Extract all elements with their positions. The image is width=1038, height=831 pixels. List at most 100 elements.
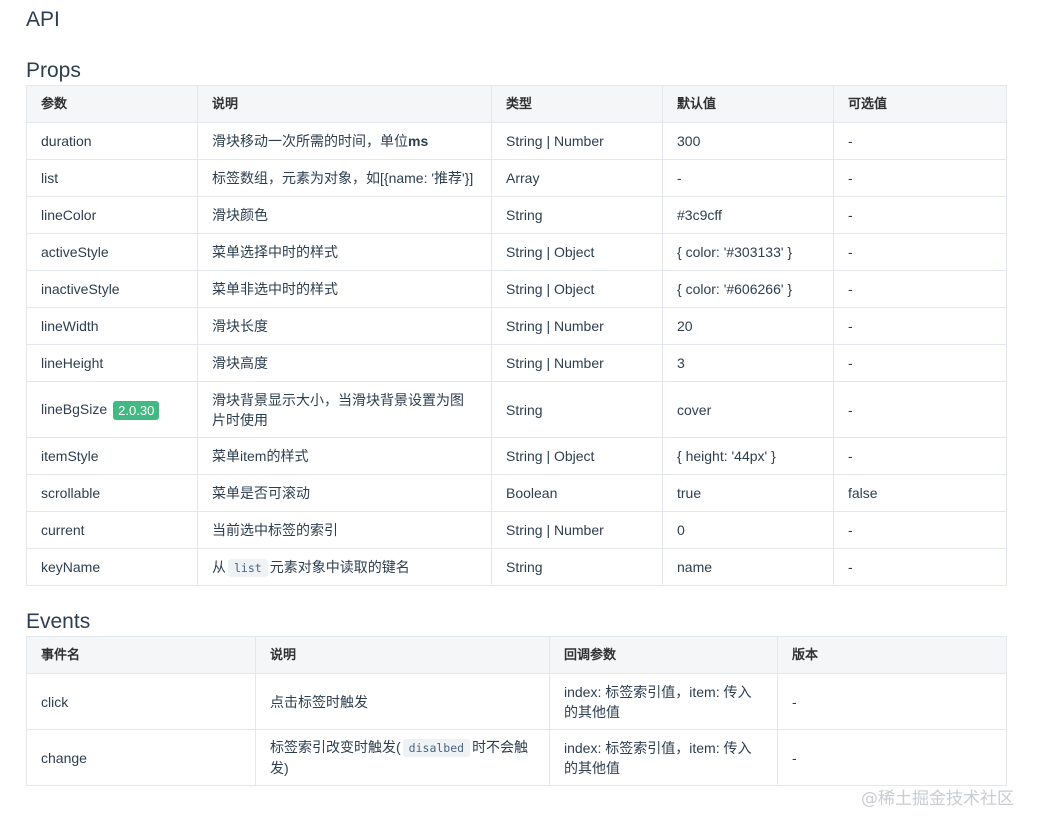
col-header-desc: 说明 (255, 636, 550, 674)
prop-name: keyName (26, 548, 198, 586)
prop-desc: 菜单非选中时的样式 (197, 270, 492, 308)
prop-type: String | Object (491, 233, 663, 271)
prop-type: String (491, 381, 663, 438)
prop-default: true (662, 474, 834, 512)
prop-desc-prefix: 从 (212, 558, 226, 575)
watermark: @稀土掘金技术社区 (861, 789, 1014, 809)
version-badge: 2.0.30 (113, 400, 160, 420)
prop-desc: 滑块颜色 (197, 196, 492, 234)
prop-desc: 滑块长度 (197, 307, 492, 345)
prop-default: { color: '#606266' } (662, 270, 834, 308)
page-title: API (26, 8, 60, 31)
prop-default: { height: '44px' } (662, 437, 834, 475)
prop-options: - (833, 307, 1007, 345)
table-row: inactiveStyle 菜单非选中时的样式 String | Object … (26, 270, 1007, 308)
prop-type: String | Number (491, 344, 663, 382)
prop-options: - (833, 122, 1007, 160)
prop-default: #3c9cff (662, 196, 834, 234)
props-table: 参数 说明 类型 默认值 可选值 duration 滑块移动一次所需的时间，单位… (26, 85, 1007, 586)
table-row: current 当前选中标签的索引 String | Number 0 - (26, 511, 1007, 549)
event-params: index: 标签索引值，item: 传入的其他值 (549, 729, 778, 786)
prop-type: String | Number (491, 122, 663, 160)
prop-options: - (833, 381, 1007, 438)
prop-default: name (662, 548, 834, 586)
prop-desc: 当前选中标签的索引 (197, 511, 492, 549)
prop-name: current (26, 511, 198, 549)
prop-desc-suffix: 元素对象中读取的键名 (269, 558, 410, 575)
prop-name: itemStyle (26, 437, 198, 475)
event-version: - (777, 729, 1007, 786)
prop-options: - (833, 548, 1007, 586)
events-header-row: 事件名 说明 回调参数 版本 (26, 636, 1007, 674)
table-row: lineColor 滑块颜色 String #3c9cff - (26, 196, 1007, 234)
table-row: itemStyle 菜单item的样式 String | Object { he… (26, 437, 1007, 475)
inline-code: list (228, 558, 268, 577)
table-row: lineWidth 滑块长度 String | Number 20 - (26, 307, 1007, 345)
prop-name: activeStyle (26, 233, 198, 271)
prop-type: String | Object (491, 437, 663, 475)
prop-options: - (833, 511, 1007, 549)
table-row: keyName 从 list 元素对象中读取的键名 String name - (26, 548, 1007, 586)
prop-options: - (833, 437, 1007, 475)
prop-desc: 菜单item的样式 (197, 437, 492, 475)
prop-default: 300 (662, 122, 834, 160)
prop-options: - (833, 233, 1007, 271)
props-header-row: 参数 说明 类型 默认值 可选值 (26, 85, 1007, 123)
col-header-version: 版本 (777, 636, 1007, 674)
table-row: scrollable 菜单是否可滚动 Boolean true false (26, 474, 1007, 512)
prop-desc: 菜单是否可滚动 (197, 474, 492, 512)
prop-options: - (833, 196, 1007, 234)
table-row: lineHeight 滑块高度 String | Number 3 - (26, 344, 1007, 382)
table-row: change 标签索引改变时触发(disalbed 时不会触发) index: 标… (26, 729, 1007, 786)
table-row: list 标签数组，元素为对象，如[{name: '推荐'}] Array - … (26, 159, 1007, 197)
prop-type: Boolean (491, 474, 663, 512)
events-table: 事件名 说明 回调参数 版本 click 点击标签时触发 index: 标签索引… (26, 636, 1007, 786)
prop-name-cell: lineBgSize 2.0.30 (26, 381, 198, 438)
col-header-type: 类型 (491, 85, 663, 123)
prop-name: scrollable (26, 474, 198, 512)
prop-default: { color: '#303133' } (662, 233, 834, 271)
prop-type: String (491, 548, 663, 586)
prop-name: lineBgSize (41, 401, 108, 418)
col-header-param: 参数 (26, 85, 198, 123)
prop-type: Array (491, 159, 663, 197)
prop-desc-unit: ms (408, 133, 429, 149)
prop-type: String | Object (491, 270, 663, 308)
prop-desc: 滑块移动一次所需的时间，单位ms (197, 122, 492, 160)
col-header-params: 回调参数 (549, 636, 778, 674)
prop-desc: 滑块高度 (197, 344, 492, 382)
col-header-desc: 说明 (197, 85, 492, 123)
event-version: - (777, 673, 1007, 730)
prop-name: duration (26, 122, 198, 160)
event-desc-prefix: 标签索引改变时触发( (270, 739, 401, 755)
prop-type: String | Number (491, 511, 663, 549)
prop-options: false (833, 474, 1007, 512)
prop-default: 0 (662, 511, 834, 549)
events-section-title: Events (26, 610, 91, 633)
props-section-title: Props (26, 59, 81, 82)
inline-code: disalbed (402, 739, 471, 757)
prop-name: lineHeight (26, 344, 198, 382)
prop-name: lineWidth (26, 307, 198, 345)
table-row: activeStyle 菜单选择中时的样式 String | Object { … (26, 233, 1007, 271)
table-row: lineBgSize 2.0.30 滑块背景显示大小，当滑块背景设置为图片时使用 … (26, 381, 1007, 438)
event-desc: 标签索引改变时触发(disalbed 时不会触发) (255, 729, 550, 786)
prop-name: lineColor (26, 196, 198, 234)
prop-type: String (491, 196, 663, 234)
prop-name: inactiveStyle (26, 270, 198, 308)
prop-default: 3 (662, 344, 834, 382)
prop-desc: 菜单选择中时的样式 (197, 233, 492, 271)
prop-desc-text: 滑块移动一次所需的时间，单位 (212, 133, 408, 149)
table-row: click 点击标签时触发 index: 标签索引值，item: 传入的其他值 … (26, 673, 1007, 730)
event-name: click (26, 673, 256, 730)
prop-desc: 从 list 元素对象中读取的键名 (197, 548, 492, 586)
prop-type: String | Number (491, 307, 663, 345)
prop-options: - (833, 270, 1007, 308)
event-desc: 点击标签时触发 (255, 673, 550, 730)
prop-desc: 标签数组，元素为对象，如[{name: '推荐'}] (197, 159, 492, 197)
prop-default: 20 (662, 307, 834, 345)
col-header-options: 可选值 (833, 85, 1007, 123)
prop-desc: 滑块背景显示大小，当滑块背景设置为图片时使用 (197, 381, 492, 438)
table-row: duration 滑块移动一次所需的时间，单位ms String | Numbe… (26, 122, 1007, 160)
event-params: index: 标签索引值，item: 传入的其他值 (549, 673, 778, 730)
